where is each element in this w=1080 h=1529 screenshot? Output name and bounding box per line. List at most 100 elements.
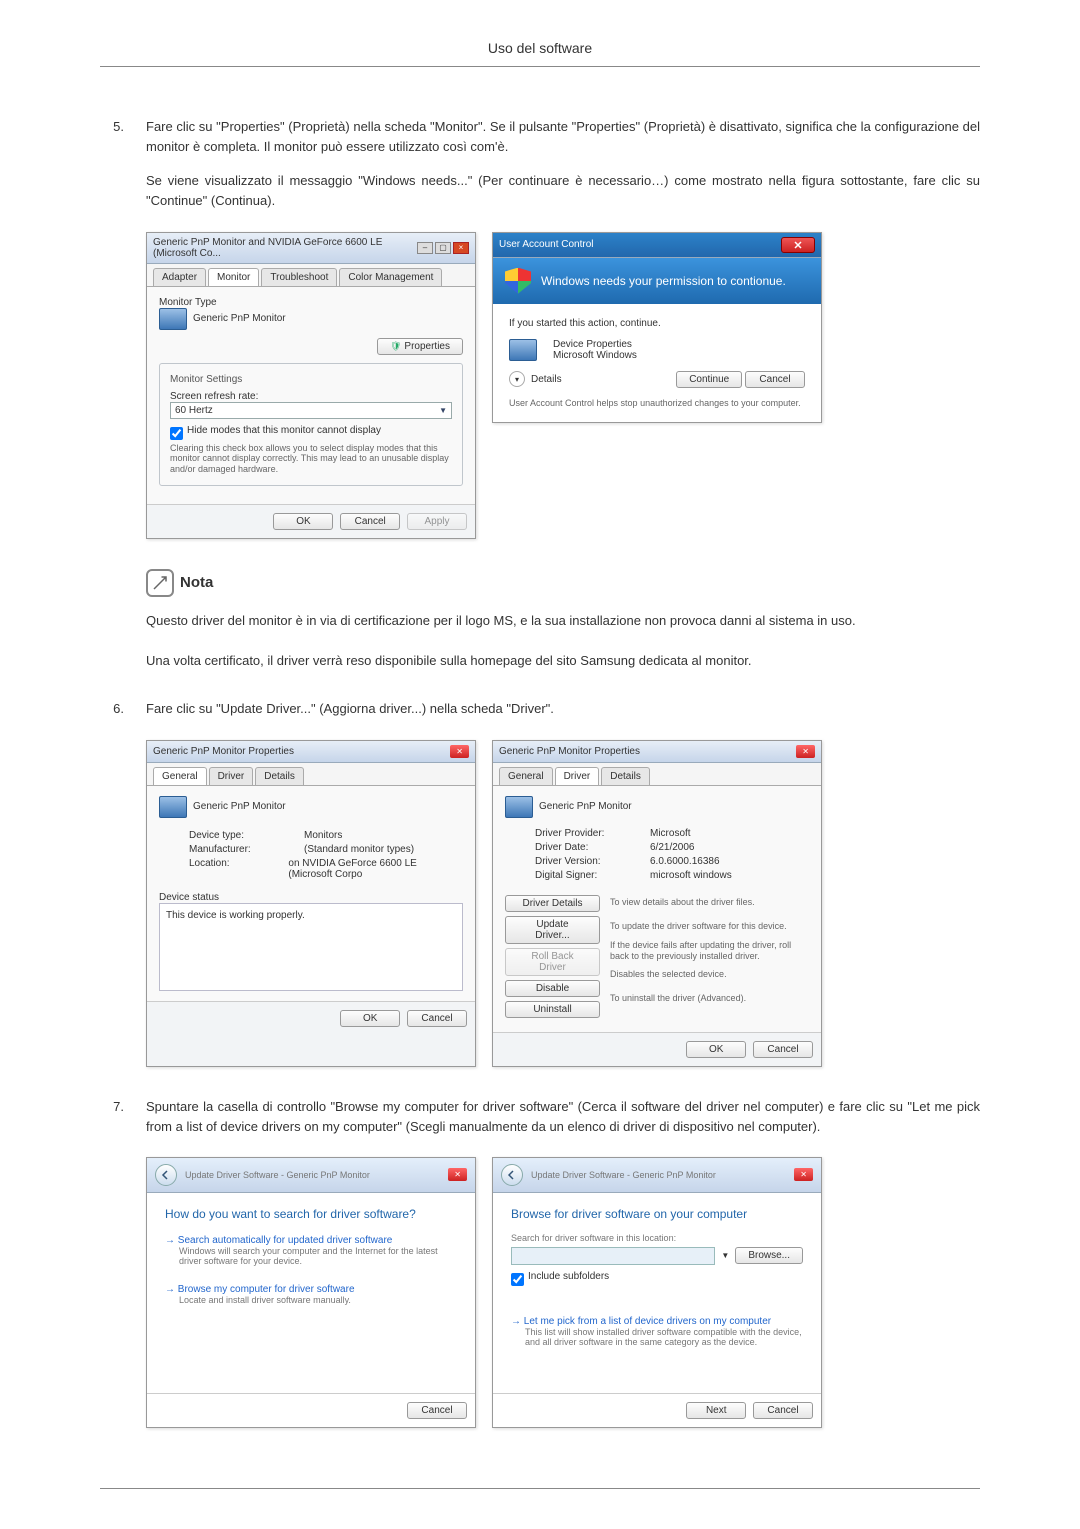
option-browse-computer[interactable]: → Browse my computer for driver software (165, 1284, 457, 1295)
tab-driver[interactable]: Driver (555, 767, 600, 785)
include-subfolders-label: Include subfolders (528, 1271, 609, 1282)
tab-details[interactable]: Details (255, 767, 304, 785)
step-5-screenshots: Generic PnP Monitor and NVIDIA GeForce 6… (146, 232, 980, 539)
minimize-button[interactable]: – (417, 242, 433, 254)
properties-button[interactable]: Properties (377, 338, 463, 355)
step-5-p1: Fare clic su "Properties" (Proprietà) ne… (146, 117, 980, 157)
description: To view details about the driver files. (610, 891, 809, 915)
option-pick-from-list[interactable]: → Let me pick from a list of device driv… (511, 1316, 803, 1327)
close-button[interactable]: ✕ (450, 745, 469, 758)
uac-publisher: Microsoft Windows (553, 350, 637, 361)
ok-button[interactable]: OK (686, 1041, 746, 1058)
uninstall-button[interactable]: Uninstall (505, 1001, 600, 1018)
update-driver-button[interactable]: Update Driver... (505, 916, 600, 944)
label: Location: (189, 858, 278, 880)
ok-button[interactable]: OK (273, 513, 333, 530)
step-body: Fare clic su "Update Driver..." (Aggiorn… (146, 699, 980, 719)
device-status-label: Device status (159, 892, 463, 903)
ok-button[interactable]: OK (340, 1010, 400, 1027)
close-button[interactable] (781, 237, 815, 253)
browse-button[interactable]: Browse... (735, 1247, 803, 1264)
rollback-driver-button[interactable]: Roll Back Driver (505, 948, 600, 976)
description: If the device fails after updating the d… (610, 939, 809, 963)
tab-troubleshoot[interactable]: Troubleshoot (261, 268, 337, 286)
breadcrumb: Update Driver Software - Generic PnP Mon… (185, 1170, 370, 1180)
value: 6.0.6000.16386 (650, 856, 720, 867)
refresh-rate-select[interactable]: 60 Hertz ▼ (170, 402, 452, 419)
cancel-button[interactable]: Cancel (753, 1041, 813, 1058)
cancel-button[interactable]: Cancel (407, 1402, 467, 1419)
device-icon (509, 339, 537, 361)
note-label: Nota (180, 574, 213, 591)
monitor-icon (159, 796, 187, 818)
include-subfolders-checkbox[interactable] (511, 1273, 524, 1286)
value: microsoft windows (650, 870, 732, 881)
tab-details[interactable]: Details (601, 767, 650, 785)
close-button[interactable]: ✕ (448, 1168, 467, 1181)
option-search-automatically[interactable]: → Search automatically for updated drive… (165, 1235, 457, 1246)
uac-details-toggle[interactable]: Details (531, 374, 562, 385)
step-7-screenshots: Update Driver Software - Generic PnP Mon… (146, 1157, 980, 1428)
hide-modes-help: Clearing this check box allows you to se… (170, 443, 452, 475)
continue-button[interactable]: Continue (676, 371, 742, 388)
uac-app-name: Device Properties (553, 339, 637, 350)
maximize-button[interactable]: ▢ (435, 242, 451, 254)
step-5-p2: Se viene visualizzato il messaggio "Wind… (146, 171, 980, 211)
dialog-title: Generic PnP Monitor Properties (499, 746, 640, 757)
back-button[interactable] (501, 1164, 523, 1186)
step-7: 7. Spuntare la casella di controllo "Bro… (100, 1097, 980, 1137)
monitor-icon (505, 796, 533, 818)
back-button[interactable] (155, 1164, 177, 1186)
label: Driver Provider: (535, 828, 640, 839)
apply-button[interactable]: Apply (407, 513, 467, 530)
chevron-down-icon[interactable]: ▾ (509, 371, 525, 387)
driver-details-button[interactable]: Driver Details (505, 895, 600, 912)
footer-separator (100, 1488, 980, 1489)
chevron-down-icon[interactable]: ▼ (721, 1251, 729, 1260)
monitor-icon (159, 308, 187, 330)
breadcrumb: Update Driver Software - Generic PnP Mon… (531, 1170, 716, 1180)
description: To uninstall the driver (Advanced). (610, 987, 809, 1011)
label: Driver Date: (535, 842, 640, 853)
tab-monitor[interactable]: Monitor (208, 268, 259, 286)
label: Device type: (189, 830, 294, 841)
cancel-button[interactable]: Cancel (745, 371, 805, 388)
monitor-name: Generic PnP Monitor (193, 313, 286, 324)
next-button[interactable]: Next (686, 1402, 746, 1419)
monitor-settings-label: Monitor Settings (170, 374, 452, 385)
update-driver-wizard-browse: Update Driver Software - Generic PnP Mon… (492, 1157, 822, 1428)
device-name: Generic PnP Monitor (193, 801, 286, 812)
device-properties-driver: Generic PnP Monitor Properties ✕ General… (492, 740, 822, 1067)
note-body: Questo driver del monitor è in via di ce… (146, 611, 980, 671)
step-5: 5. Fare clic su "Properties" (Proprietà)… (100, 117, 980, 212)
label: Digital Signer: (535, 870, 640, 881)
update-driver-wizard-search: Update Driver Software - Generic PnP Mon… (146, 1157, 476, 1428)
value: Microsoft (650, 828, 691, 839)
option-desc: Windows will search your computer and th… (179, 1246, 457, 1266)
value: (Standard monitor types) (304, 844, 414, 855)
close-button[interactable]: ✕ (794, 1168, 813, 1181)
tab-color-management[interactable]: Color Management (339, 268, 442, 286)
step-6-screenshots: Generic PnP Monitor Properties ✕ General… (146, 740, 980, 1067)
cancel-button[interactable]: Cancel (340, 513, 400, 530)
location-input[interactable] (511, 1247, 715, 1265)
tab-adapter[interactable]: Adapter (153, 268, 206, 286)
cancel-button[interactable]: Cancel (407, 1010, 467, 1027)
label: Manufacturer: (189, 844, 294, 855)
cancel-button[interactable]: Cancel (753, 1402, 813, 1419)
disable-button[interactable]: Disable (505, 980, 600, 997)
step-number: 7. (100, 1097, 124, 1137)
tab-general[interactable]: General (153, 767, 207, 785)
chevron-down-icon: ▼ (439, 406, 447, 415)
note-p1: Questo driver del monitor è in via di ce… (146, 611, 980, 631)
option-desc: This list will show installed driver sof… (525, 1327, 803, 1347)
tab-general[interactable]: General (499, 767, 553, 785)
tab-driver[interactable]: Driver (209, 767, 254, 785)
step-6: 6. Fare clic su "Update Driver..." (Aggi… (100, 699, 980, 719)
close-button[interactable]: ✕ (796, 745, 815, 758)
shield-icon (505, 268, 531, 294)
close-button[interactable]: × (453, 242, 469, 254)
hide-modes-checkbox[interactable] (170, 427, 183, 440)
step-number: 6. (100, 699, 124, 719)
search-location-label: Search for driver software in this locat… (511, 1233, 803, 1243)
